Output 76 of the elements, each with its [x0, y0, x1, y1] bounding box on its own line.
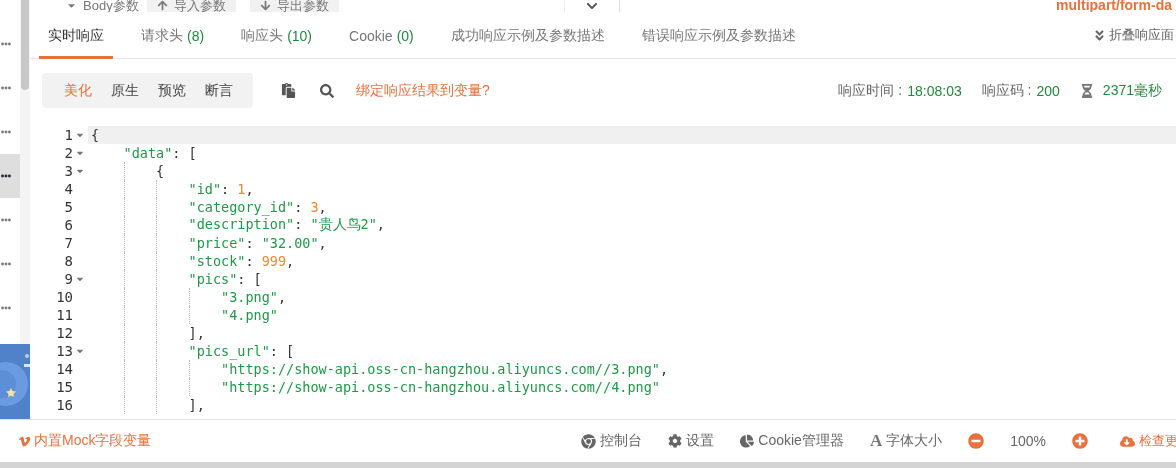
tab[interactable]: 响应头 (10) [232, 12, 322, 59]
zoom-level: 100% [1010, 433, 1046, 449]
response-time-label: 响应时间 : [838, 81, 903, 100]
code-line: "description": "贵人鸟2", [188, 216, 385, 234]
arrow-down-icon [259, 0, 271, 11]
search-icon[interactable] [320, 83, 334, 98]
line-number: 16 [56, 397, 73, 413]
arrow-up-icon [156, 0, 168, 11]
export-button[interactable]: 导出参数 [249, 0, 339, 12]
sidebar-item[interactable] [0, 154, 20, 198]
line-number: 5 [64, 199, 73, 215]
status-code-value: 200 [1036, 82, 1060, 99]
view-mode-tab[interactable]: 原生 [111, 81, 139, 100]
line-number: 13 [56, 343, 73, 359]
line-number: 3 [64, 163, 73, 179]
line-number: 9 [64, 271, 73, 287]
body-params-toggle[interactable]: Body参数 [30, 0, 147, 12]
status-bar-item[interactable]: Cookie管理器 [740, 432, 844, 450]
code-line: { [91, 127, 100, 143]
line-number: 2 [64, 145, 73, 161]
line-number: 4 [64, 181, 73, 197]
code-line: "4.png" [221, 307, 278, 323]
line-number: 7 [64, 235, 73, 251]
view-mode-tab[interactable]: 断言 [205, 81, 233, 100]
line-number: 15 [56, 379, 73, 395]
double-chevron-down-icon [1093, 28, 1106, 42]
code-line: ], [188, 397, 205, 413]
bind-variable-link[interactable]: 绑定响应结果到变量? [356, 81, 490, 100]
line-number: 11 [56, 307, 73, 323]
dropdown-toggle[interactable] [563, 0, 620, 12]
code-line: "pics_url": [ [188, 343, 295, 359]
code-line: "stock": 999, [188, 253, 295, 269]
hourglass-icon [1079, 83, 1094, 98]
code-line: "https://show-api.oss-cn-hangzhou.aliyuncs.com//3.png", [221, 361, 669, 377]
code-line: "data": [ [123, 145, 197, 161]
view-mode-tab[interactable]: 美化 [64, 81, 92, 100]
tab[interactable]: 实时响应 [39, 12, 113, 59]
tab[interactable]: 成功响应示例及参数描述 [441, 12, 614, 59]
code-line: "3.png", [221, 289, 287, 305]
code-line: "pics": [ [188, 271, 262, 287]
line-number: 6 [64, 217, 73, 233]
collapse-button[interactable]: 折叠响应面 [1093, 12, 1176, 58]
line-number: 10 [56, 289, 73, 305]
code-line: ], [188, 325, 205, 341]
view-mode-tab[interactable]: 预览 [158, 81, 186, 100]
tab[interactable]: 错误响应示例及参数描述 [632, 12, 805, 59]
status-bar-item[interactable]: A 字体大小 [869, 431, 943, 451]
tab[interactable]: 请求头 (8) [132, 12, 214, 59]
response-time-value: 18:08:03 [907, 82, 962, 99]
chevron-down-icon [585, 0, 598, 12]
line-number: 12 [56, 325, 73, 341]
import-button[interactable]: 导入参数 [146, 0, 236, 12]
code-line: "https://show-api.oss-cn-hangzhou.aliyuncs.com//4.png" [221, 379, 660, 395]
status-bar-item[interactable]: 设置 [668, 432, 715, 450]
zoom-in-icon[interactable] [1072, 433, 1088, 449]
duration-value: 2371毫秒 [1102, 81, 1162, 100]
line-number: 1 [64, 127, 73, 143]
status-bar-item[interactable]: 控制台 [581, 432, 643, 450]
zoom-out-icon[interactable] [968, 433, 985, 449]
content-type: multipart/form-da [1056, 0, 1172, 12]
settings-icon [668, 434, 683, 448]
code-line: "price": "32.00", [188, 235, 327, 251]
status-code-label: 响应码 : [981, 81, 1032, 100]
code-line: "category_id": 3, [188, 199, 327, 215]
cloud-download-icon [1120, 433, 1135, 449]
pie-chart-icon [740, 434, 755, 448]
tab[interactable]: Cookie (0) [340, 12, 423, 59]
line-number: 14 [56, 361, 73, 377]
v-icon [18, 434, 31, 448]
chrome-icon [581, 433, 597, 449]
code-line: { [156, 163, 165, 179]
line-number: 8 [64, 253, 73, 269]
code-line: "id": 1, [188, 181, 254, 197]
scrollbar[interactable] [20, 0, 30, 344]
copy-icon[interactable] [281, 83, 296, 98]
mock-variables-link[interactable]: 内置Mock字段变量 [18, 432, 152, 450]
